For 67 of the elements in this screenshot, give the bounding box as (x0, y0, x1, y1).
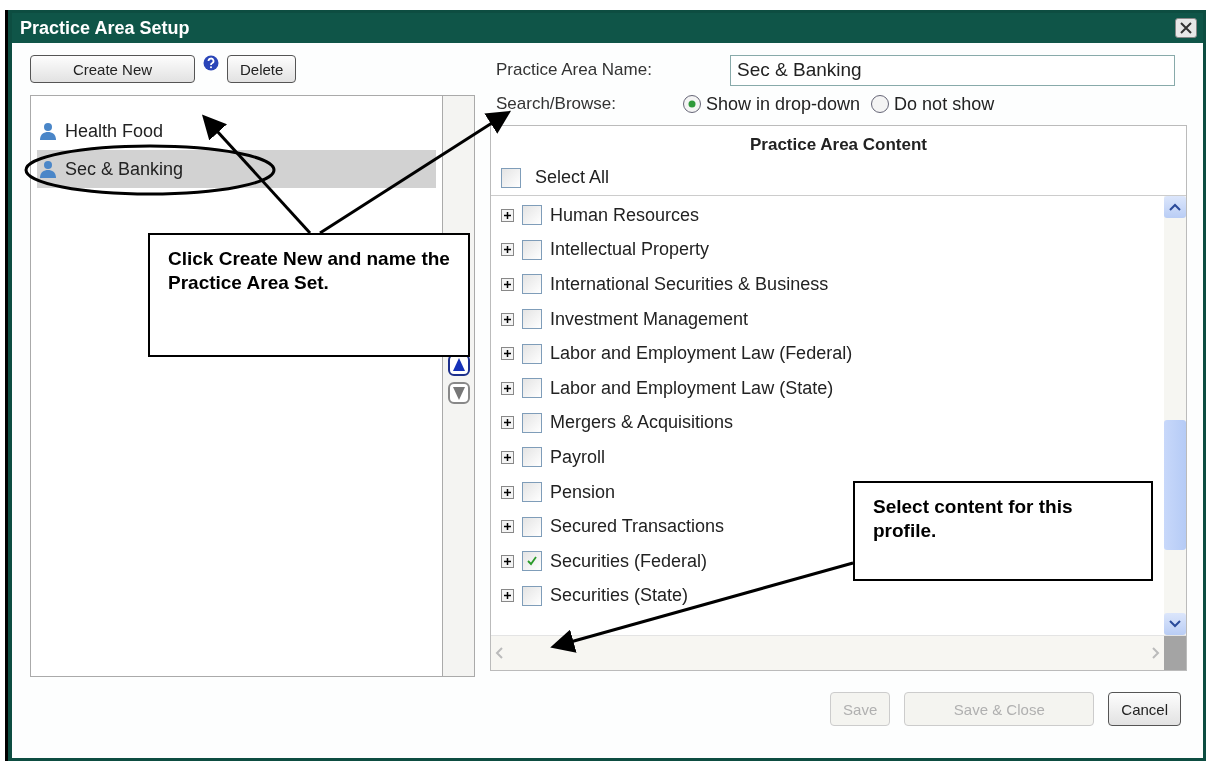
content-checkbox[interactable] (522, 585, 542, 606)
window-title: Practice Area Setup (20, 17, 190, 39)
search-label: Search/Browse: (495, 94, 616, 114)
chevron-down-icon[interactable] (1169, 620, 1181, 628)
callout-note: Click Create New and name the Practice Area Set. (148, 233, 470, 357)
person-icon (39, 122, 57, 140)
expand-icon[interactable] (501, 450, 514, 464)
content-checkbox[interactable] (522, 309, 542, 330)
name-input[interactable]: Sec & Banking (730, 54, 1175, 86)
content-label: Intellectual Property (550, 239, 710, 261)
move-down-button[interactable] (447, 382, 470, 404)
expand-icon[interactable] (501, 554, 514, 568)
content-checkbox[interactable] (522, 205, 542, 226)
content-label: Securities (Federal) (550, 550, 708, 572)
content-label: Securities (State) (550, 585, 689, 607)
close-icon (1180, 22, 1192, 34)
content-label: Mergers & Acquisitions (550, 412, 734, 434)
create-new-button[interactable]: Create New (30, 55, 195, 83)
select-all-label: Select All (535, 167, 610, 188)
content-checkbox[interactable] (522, 482, 542, 503)
expand-icon[interactable] (501, 347, 514, 361)
radio-option[interactable]: Show in drop-down (682, 93, 861, 115)
content-checkbox[interactable] (522, 516, 542, 537)
content-checkbox[interactable] (522, 343, 542, 364)
profile-item[interactable]: Health Food (37, 112, 436, 150)
expand-icon[interactable] (501, 416, 514, 430)
content-label: Payroll (550, 446, 606, 468)
chevron-up-icon[interactable] (1169, 203, 1181, 211)
expand-icon[interactable] (501, 208, 514, 222)
content-checkbox[interactable] (522, 274, 542, 295)
vertical-scrollbar[interactable] (1164, 196, 1186, 635)
scrollbar-corner (1164, 636, 1186, 670)
content-checkbox[interactable] (522, 551, 542, 572)
content-title: Practice Area Content (749, 134, 928, 156)
expand-icon[interactable] (501, 381, 514, 395)
profile-item[interactable]: Sec & Banking (37, 150, 436, 188)
radio-icon[interactable] (870, 94, 891, 114)
content-checkbox[interactable] (522, 412, 542, 433)
expand-icon[interactable] (501, 520, 514, 534)
expand-icon[interactable] (501, 312, 514, 326)
callout-note: Select content for this profile. (853, 481, 1153, 581)
dialog-button[interactable]: Cancel (1108, 692, 1181, 726)
content-label: Labor and Employment Law (Federal) (550, 343, 853, 365)
content-checkbox[interactable] (522, 447, 542, 468)
expand-icon[interactable] (501, 589, 514, 603)
delete-button[interactable]: Delete (227, 55, 297, 83)
content-checkbox[interactable] (522, 378, 542, 399)
expand-icon[interactable] (501, 278, 514, 291)
select-all-checkbox[interactable] (501, 167, 521, 188)
help-icon[interactable] (203, 55, 219, 71)
person-icon (39, 160, 57, 178)
move-up-button[interactable] (447, 354, 470, 376)
name-label: Practice Area Name: (495, 60, 653, 80)
content-label: Secured Transactions (550, 516, 725, 538)
content-label: Pension (550, 481, 616, 503)
content-label: Human Resources (550, 204, 700, 226)
expand-icon[interactable] (501, 485, 514, 499)
expand-icon[interactable] (501, 243, 514, 257)
close-button[interactable] (1175, 18, 1197, 38)
scroll-thumb[interactable] (1164, 420, 1186, 550)
radio-option[interactable]: Do not show (870, 93, 995, 115)
check-icon (526, 555, 538, 568)
radio-icon[interactable] (682, 94, 702, 114)
content-checkbox[interactable] (522, 239, 542, 260)
content-label: Investment Management (550, 308, 749, 330)
content-label: International Securities & Business (550, 274, 829, 295)
content-label: Labor and Employment Law (State) (550, 377, 834, 399)
